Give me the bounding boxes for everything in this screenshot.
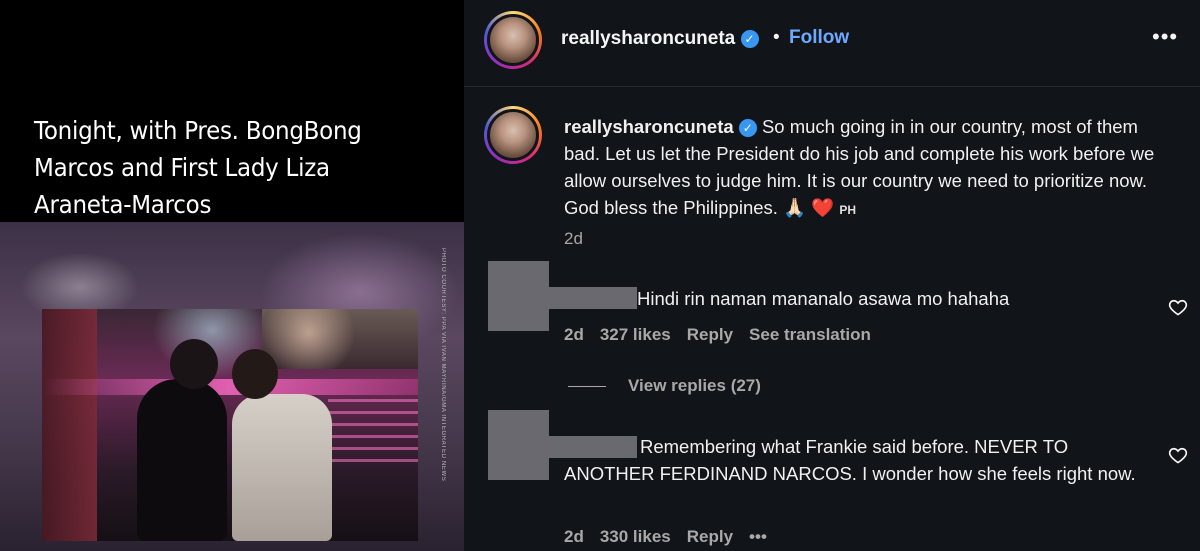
caption-time[interactable]: 2d [564, 229, 583, 249]
post-media[interactable]: Tonight, with Pres. BongBong Marcos and … [0, 0, 464, 551]
comment-text: Remembering what Frankie said before. NE… [564, 436, 1136, 484]
follow-button[interactable]: Follow [789, 27, 849, 49]
redacted-username [549, 287, 637, 309]
see-translation-link[interactable]: See translation [749, 325, 871, 344]
view-replies-button[interactable]: View replies (27) [568, 376, 761, 396]
comment-text: Hindi rin naman mananalo asawa mo hahaha [637, 288, 1010, 309]
post-photo: PHOTO COURTESY: PPA VIA IVAN MAYRINA/GMA… [0, 222, 464, 551]
event-photo [42, 309, 418, 541]
post-header: reallysharoncuneta ✓ • Follow ••• [464, 0, 1200, 87]
comment-likes[interactable]: 330 likes [600, 527, 671, 546]
comment-time[interactable]: 2d [564, 325, 584, 344]
heart-emoji: ❤️ [811, 197, 835, 218]
more-options-icon[interactable]: ••• [1152, 24, 1178, 50]
verified-badge-icon: ✓ [738, 119, 757, 138]
comment-meta: 2d 327 likes Reply See translation [564, 325, 887, 345]
photo-credit: PHOTO COURTESY: PPA VIA IVAN MAYRINA/GMA… [440, 248, 446, 482]
reply-button[interactable]: Reply [687, 325, 733, 344]
like-heart-icon[interactable] [1168, 445, 1188, 465]
redacted-avatar [488, 261, 549, 331]
comment-meta: 2d 330 likes Reply ••• [564, 527, 783, 547]
comment-time[interactable]: 2d [564, 527, 584, 546]
header-username[interactable]: reallysharoncuneta ✓ [561, 28, 759, 50]
replies-divider [568, 386, 606, 388]
separator-dot: • [773, 27, 780, 48]
caption-avatar[interactable] [484, 106, 542, 164]
avatar[interactable] [484, 11, 542, 69]
pray-emoji: 🙏🏻 [783, 197, 807, 218]
comments-panel: reallysharoncuneta ✓ • Follow ••• really… [464, 0, 1200, 551]
verified-badge-icon: ✓ [740, 29, 759, 48]
reply-button[interactable]: Reply [687, 527, 733, 546]
caption-username[interactable]: reallysharoncuneta [564, 116, 734, 137]
comment-likes[interactable]: 327 likes [600, 325, 671, 344]
ph-flag: PH [839, 203, 857, 217]
post-caption: reallysharoncuneta ✓ So much going in in… [564, 113, 1174, 224]
comment-more-icon[interactable]: ••• [749, 527, 767, 546]
redacted-avatar [488, 410, 549, 480]
like-heart-icon[interactable] [1168, 297, 1188, 317]
